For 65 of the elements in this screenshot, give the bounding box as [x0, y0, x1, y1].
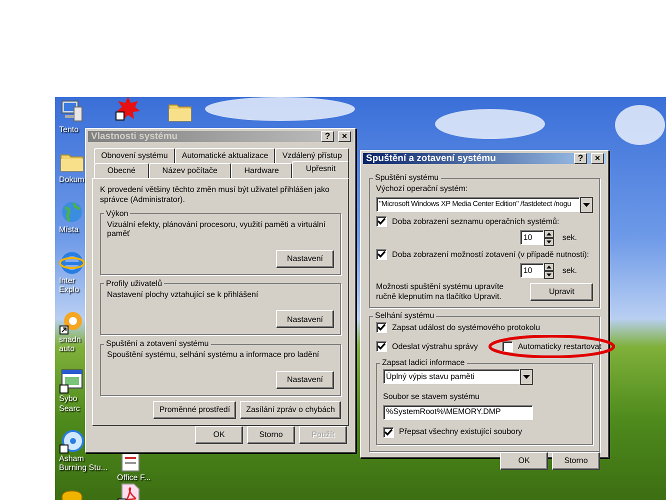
unit-label: sek.: [562, 233, 577, 243]
group-title: Profily uživatelů: [105, 280, 164, 288]
group-description: Vizuální efekty, plánování procesoru, využití paměti a virtuální paměť: [107, 220, 326, 239]
window-title: Spuštění a zotavení systému: [366, 153, 496, 164]
group-title: Výkon: [105, 210, 130, 218]
button[interactable]: Storno: [552, 452, 600, 470]
spin-arrows-icon[interactable]: [544, 262, 554, 279]
close-button[interactable]: ×: [338, 131, 351, 142]
checkbox[interactable]: [502, 341, 513, 352]
tab[interactable]: Hardware: [230, 163, 292, 178]
intro-text: K provedení většiny těchto změn musí být uživatel přihlášen jako správce (Administrator).: [100, 185, 330, 205]
disc-icon[interactable]: [59, 428, 85, 454]
icon-label[interactable]: Asham: [59, 454, 84, 463]
button[interactable]: Nastavení: [276, 250, 334, 268]
text-field[interactable]: %SystemRoot%\MEMORY.DMP: [383, 404, 533, 420]
icon-label[interactable]: Burning Stu...: [59, 462, 108, 472]
button[interactable]: Zasílání zpráv o chybách: [240, 401, 341, 419]
group-description: Spouštění systému, selhání systému a informace pro ladění: [107, 350, 320, 360]
checkbox-label[interactable]: Zapsat událost do systémového protokolu: [392, 322, 540, 332]
checkbox-label[interactable]: Doba zobrazení seznamu operačních systémů:: [392, 216, 560, 226]
tab[interactable]: Obnovení systému: [94, 148, 175, 164]
close-button[interactable]: ×: [591, 153, 604, 164]
button[interactable]: Storno: [247, 426, 295, 444]
button[interactable]: OK: [500, 452, 548, 470]
tab[interactable]: Automatické aktualizace: [174, 148, 276, 164]
icon-label[interactable]: Tento: [59, 125, 79, 134]
button[interactable]: Proměnné prostředí: [153, 401, 236, 419]
button[interactable]: Upravit: [530, 283, 593, 302]
tab[interactable]: Vzdálený přístup: [275, 148, 349, 164]
checkbox[interactable]: [376, 322, 387, 334]
note-text: Možnosti spuštění systému upravíte ručně klepnutím na tlačítko Upravit.: [376, 282, 505, 302]
button[interactable]: OK: [195, 426, 243, 444]
unit-label: sek.: [562, 266, 577, 276]
checkbox[interactable]: [376, 248, 387, 260]
checkbox[interactable]: [376, 216, 387, 227]
group-title: Selhání systému: [374, 312, 436, 320]
group-title: Zapsat ladicí informace: [381, 359, 466, 368]
icon-label[interactable]: Office F...: [117, 473, 151, 482]
field-label: Soubor se stavem systému: [383, 392, 480, 402]
checkbox-label[interactable]: Přepsat všechny existující soubory: [399, 427, 522, 438]
spinner-field[interactable]: 10: [520, 262, 544, 278]
checkbox-label[interactable]: Odeslat výstrahu správy: [392, 342, 478, 352]
button[interactable]: Nastavení: [276, 371, 334, 389]
window-icon[interactable]: [59, 368, 85, 394]
tab[interactable]: Název počítače: [148, 163, 231, 178]
help-button[interactable]: ?: [574, 153, 587, 164]
checkbox[interactable]: [383, 426, 394, 438]
group-title: Spuštění a zotavení systému: [105, 340, 210, 348]
field-label: Výchozí operační systém:: [376, 184, 469, 194]
group-title: Spuštění systému: [374, 174, 440, 182]
checkbox-label[interactable]: Doba zobrazení možností zotavení (v případě nutnosti):: [392, 250, 589, 260]
help-button[interactable]: ?: [321, 131, 334, 142]
tab[interactable]: Obecné: [94, 163, 149, 178]
icon-label[interactable]: Sybo: [59, 394, 78, 404]
spinner-field[interactable]: 10: [520, 230, 544, 245]
group-description: Nastavení plochy vztahující se k přihlášení: [107, 290, 260, 300]
dropdown-field[interactable]: Úplný výpis stavu paměti: [383, 369, 520, 384]
splat-icon[interactable]: [115, 97, 141, 121]
checkbox[interactable]: [376, 341, 387, 352]
cloud: [615, 105, 665, 145]
spin-arrows-icon[interactable]: [544, 230, 554, 246]
button[interactable]: Nastavení: [276, 310, 334, 328]
tab[interactable]: Upřesnit: [292, 161, 350, 178]
icon-label[interactable]: Searc: [59, 404, 80, 413]
window-title: Vlastnosti systému: [91, 131, 178, 142]
